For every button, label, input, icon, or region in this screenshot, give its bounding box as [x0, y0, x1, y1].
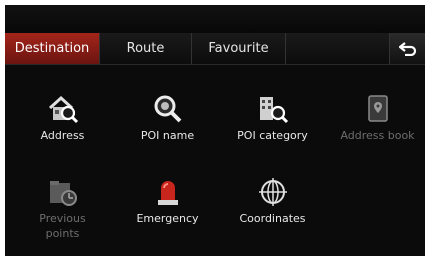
crosshair-globe-icon: [258, 178, 287, 206]
menu-item-poi-name-label: POI name: [140, 129, 195, 142]
menu-item-address[interactable]: Address: [10, 92, 115, 143]
menu-item-poi-category[interactable]: POI category: [220, 92, 325, 143]
tab-route[interactable]: Route: [100, 33, 192, 64]
navigation-screen: Destination Route Favourite Address POI …: [5, 5, 425, 256]
tab-favourite[interactable]: Favourite: [192, 33, 286, 64]
menu-item-emergency[interactable]: Emergency: [115, 175, 220, 226]
status-bar: [5, 5, 425, 33]
house-search-icon: [48, 95, 78, 124]
menu-item-coordinates[interactable]: Coordinates: [220, 175, 325, 226]
previous-points-icon: [49, 181, 77, 206]
menu-item-coordinates-label: Coordinates: [239, 212, 306, 225]
tab-route-label: Route: [126, 41, 165, 56]
magnifier-icon: [154, 95, 181, 123]
back-arrow-icon: [398, 41, 416, 56]
menu-item-poi-name[interactable]: POI name: [115, 92, 220, 143]
menu-item-emergency-label: Emergency: [136, 212, 199, 225]
menu-item-address-label: Address: [40, 129, 85, 142]
emergency-light-icon: [157, 181, 178, 205]
menu-item-address-book[interactable]: Address book: [325, 92, 425, 143]
address-book-icon: [367, 95, 388, 122]
menu-item-address-book-label: Address book: [340, 129, 415, 142]
tab-destination[interactable]: Destination: [5, 33, 100, 64]
menu-item-poi-category-label: POI category: [237, 129, 308, 142]
building-search-icon: [259, 97, 288, 124]
tab-destination-label: Destination: [14, 41, 90, 56]
menu-item-previous-points[interactable]: Previous points: [10, 175, 115, 241]
destination-menu: Address POI name POI category Address bo…: [5, 65, 425, 256]
tab-bar: Destination Route Favourite: [5, 33, 425, 65]
back-button[interactable]: [389, 33, 425, 64]
menu-item-previous-points-label: Previous points: [39, 212, 86, 240]
tab-favourite-label: Favourite: [208, 41, 269, 56]
